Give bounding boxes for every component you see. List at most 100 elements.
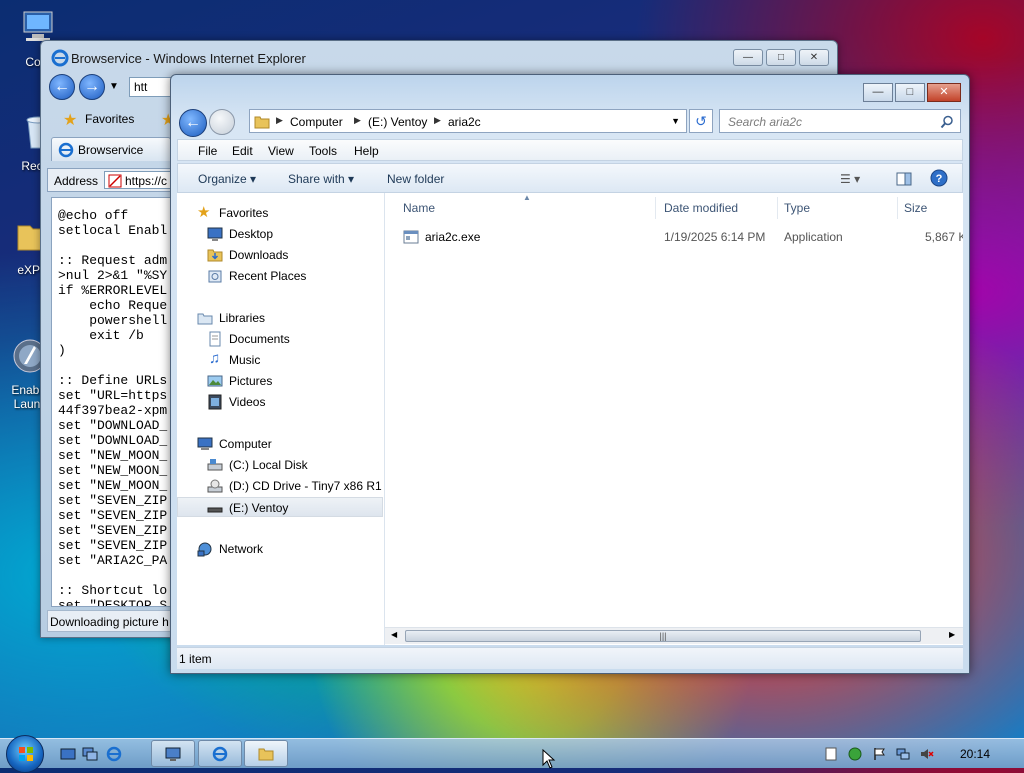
file-date: 1/19/2025 6:14 PM [664, 230, 766, 244]
menu-bar: File Edit View Tools Help [177, 139, 963, 161]
libraries-icon [197, 313, 213, 325]
windows-logo-icon [19, 747, 33, 761]
ie-page-url-text: https://c [125, 174, 168, 188]
explorer-close-button[interactable]: ✕ [927, 83, 961, 102]
desktop-icon [207, 227, 223, 241]
explorer-address-bar[interactable]: ▶ Computer ▶ (E:) Ventoy ▶ aria2c ▼ [249, 109, 687, 133]
refresh-button[interactable]: ↺ [689, 109, 713, 133]
ie-page-url-field[interactable]: https://c [104, 171, 174, 189]
file-list[interactable]: ▲ Name Date modified Type Size aria2c.ex… [385, 193, 963, 645]
flag-icon[interactable] [872, 747, 886, 761]
view-options-icon[interactable]: ☰ ▾ [840, 172, 860, 186]
nav-documents[interactable]: Documents [177, 329, 383, 349]
taskbar-app-remote[interactable] [151, 740, 195, 767]
nav-music[interactable]: ♫ Music [177, 350, 383, 370]
scroll-right-icon[interactable]: ▶ [949, 630, 955, 639]
explorer-back-button[interactable]: ← [179, 109, 207, 137]
documents-icon [209, 331, 221, 347]
ie-forward-button[interactable]: → [79, 74, 105, 100]
ie-icon [212, 746, 228, 762]
menu-file[interactable]: File [198, 144, 217, 158]
nav-desktop[interactable]: Desktop [177, 224, 383, 244]
nav-network[interactable]: Network [177, 539, 383, 559]
menu-help[interactable]: Help [354, 144, 379, 158]
file-name: aria2c.exe [425, 230, 481, 244]
refresh-icon: ↺ [695, 113, 707, 129]
switch-windows-icon[interactable] [82, 746, 98, 762]
start-button[interactable] [6, 735, 44, 773]
ie-script-text: @echo off setlocal Enabl :: Request adm … [58, 208, 168, 607]
column-header-size[interactable]: Size [904, 201, 927, 215]
organize-button[interactable]: Organize ▾ [198, 172, 256, 186]
ie-history-dropdown-icon[interactable]: ▼ [109, 81, 119, 92]
nav-favorites[interactable]: ★ Favorites [177, 203, 383, 223]
column-header-date[interactable]: Date modified [664, 201, 738, 215]
explorer-window[interactable]: — □ ✕ ← ▶ Computer ▶ (E:) Ventoy ▶ aria2… [170, 74, 970, 674]
system-clock[interactable]: 20:14 [960, 747, 990, 761]
volume-muted-icon[interactable] [920, 747, 934, 761]
security-icon[interactable] [848, 747, 862, 761]
breadcrumb-separator-icon[interactable]: ▶ [434, 115, 441, 126]
ie-close-button[interactable]: ✕ [799, 49, 829, 66]
nav-downloads[interactable]: Downloads [177, 245, 383, 265]
column-divider[interactable] [777, 197, 778, 219]
column-header-name[interactable]: Name [403, 201, 435, 215]
star-icon: ★ [63, 112, 78, 129]
nav-cd-drive-d[interactable]: (D:) CD Drive - Tiny7 x86 R1 [177, 476, 383, 496]
removable-drive-icon [207, 507, 223, 513]
share-with-button[interactable]: Share with ▾ [288, 172, 354, 186]
ie-tab-browservice[interactable]: Browservice [51, 137, 171, 161]
column-divider[interactable] [897, 197, 898, 219]
new-folder-button[interactable]: New folder [387, 172, 444, 186]
address-dropdown-icon[interactable]: ▼ [671, 116, 680, 126]
ie-window-title: Browservice - Windows Internet Explorer [71, 51, 306, 66]
explorer-minimize-button[interactable]: — [863, 83, 893, 102]
help-icon[interactable]: ? [930, 169, 948, 187]
ie-favorites-button[interactable]: Favorites [85, 112, 134, 126]
folder-icon [254, 116, 270, 129]
network-icon [197, 542, 212, 557]
file-type: Application [784, 230, 843, 244]
network-tray-icon[interactable] [896, 747, 910, 761]
nav-ventoy-e[interactable]: (E:) Ventoy [177, 497, 383, 517]
breadcrumb-folder[interactable]: aria2c [448, 115, 481, 129]
explorer-maximize-button[interactable]: □ [895, 83, 925, 102]
column-header-type[interactable]: Type [784, 201, 810, 215]
preview-pane-icon[interactable] [896, 171, 912, 187]
downloads-icon [207, 249, 223, 262]
nav-libraries[interactable]: Libraries [177, 308, 383, 328]
taskbar-app-explorer[interactable] [244, 740, 288, 767]
show-desktop-icon[interactable] [60, 746, 76, 762]
ie-page-content[interactable]: @echo off setlocal Enabl :: Request adm … [51, 197, 171, 607]
menu-tools[interactable]: Tools [309, 144, 337, 158]
taskbar-app-ie[interactable] [198, 740, 242, 767]
search-input[interactable]: Search aria2c [719, 109, 961, 133]
menu-view[interactable]: View [268, 144, 294, 158]
nav-recent-places[interactable]: Recent Places [177, 266, 383, 286]
ie-minimize-button[interactable]: — [733, 49, 763, 66]
nav-local-disk-c[interactable]: (C:) Local Disk [177, 455, 383, 475]
column-divider[interactable] [655, 197, 656, 219]
menu-edit[interactable]: Edit [232, 144, 253, 158]
breadcrumb-separator-icon[interactable]: ▶ [276, 115, 283, 126]
breadcrumb-separator-icon[interactable]: ▶ [354, 115, 361, 126]
explorer-forward-button[interactable] [209, 109, 235, 135]
file-row[interactable]: aria2c.exe 1/19/2025 6:14 PM Application… [385, 227, 963, 247]
ie-maximize-button[interactable]: □ [766, 49, 796, 66]
ie-quicklaunch-icon[interactable] [106, 746, 122, 762]
broken-image-icon [108, 174, 122, 188]
star-icon: ★ [197, 204, 211, 221]
horizontal-scrollbar[interactable]: ◀ ||| ▶ [385, 627, 963, 644]
notes-icon[interactable] [824, 747, 838, 761]
ie-tab-icon [58, 142, 74, 158]
breadcrumb-drive[interactable]: (E:) Ventoy [368, 115, 427, 129]
nav-videos[interactable]: Videos [177, 392, 383, 412]
scrollbar-thumb[interactable]: ||| [405, 630, 921, 642]
scroll-left-icon[interactable]: ◀ [391, 630, 397, 639]
breadcrumb-computer[interactable]: Computer [290, 115, 343, 129]
navigation-pane: ★ Favorites Desktop Downloads Recent Pla… [177, 193, 385, 645]
recent-places-icon [208, 270, 222, 283]
ie-back-button[interactable]: ← [49, 74, 75, 100]
nav-computer[interactable]: Computer [177, 434, 383, 454]
nav-pictures[interactable]: Pictures [177, 371, 383, 391]
